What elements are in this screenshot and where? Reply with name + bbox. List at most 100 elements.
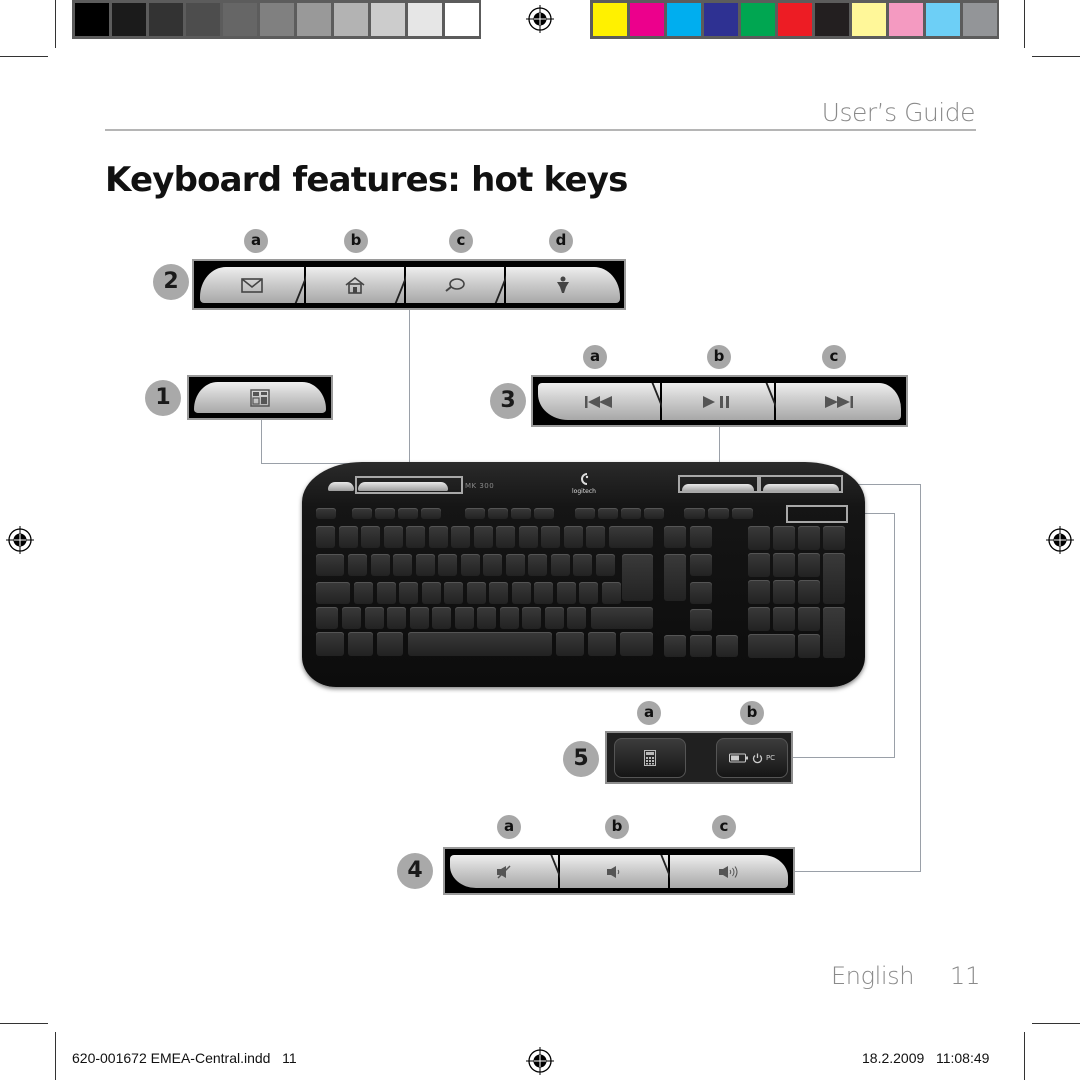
color-swatch [963,3,997,36]
keyboard-key [316,607,338,629]
crop-mark [0,56,48,57]
color-swatch [186,3,220,36]
keyboard-key [690,582,712,604]
keyboard-key [499,607,519,629]
home-hotkey[interactable] [306,267,404,303]
keyboard-key [556,582,576,604]
callout-letter-b: b [740,701,764,725]
media-center-hotkey[interactable] [194,382,326,413]
keyboard-key [586,526,605,548]
keyboard-key [444,582,463,604]
previous-track-icon [585,395,612,408]
slug-filename: 620-001672 EMEA-Central.indd 11 [72,1050,297,1066]
next-track-hotkey[interactable] [776,383,901,420]
connector-line [920,484,921,872]
keyboard-key [421,582,441,604]
footer-language: English [831,962,915,990]
connector-line [261,419,262,463]
keyboard-key [376,582,396,604]
mute-icon [497,864,511,879]
keyboard-key [567,607,586,629]
color-swatch [445,3,479,36]
keyboard-key [348,632,373,656]
keyboard-key [421,508,441,519]
keyboard-key [773,580,795,604]
keyboard-key [798,553,820,577]
play-pause-hotkey[interactable] [662,383,774,420]
volume-up-hotkey[interactable] [670,855,788,888]
callout-letter-a: a [637,701,661,725]
color-swatch [260,3,294,36]
keyboard-key [408,632,552,656]
favorites-icon [557,276,569,293]
keyboard-key [595,554,615,576]
hotkey-strip-volume [443,847,795,895]
keyboard-key [505,554,525,576]
keyboard-key [488,508,508,519]
keyboard-key [609,526,653,548]
registration-mark-icon [6,526,34,554]
keyboard-key [473,526,493,548]
search-hotkey[interactable] [406,267,504,303]
keyboard-key [798,526,820,550]
keyboard-key [342,607,361,629]
keyboard-key [708,508,729,519]
keyboard-key [773,607,795,631]
keyboard-key [556,632,584,656]
callout-letter-a: a [244,229,268,253]
hotkey-strip-internet [192,259,626,310]
page-title: Keyboard features: hot keys [105,160,628,200]
keyboard-key [690,554,712,576]
keyboard-key [773,553,795,577]
keyboard-key [352,508,372,519]
calculator-hotkey[interactable] [614,738,686,778]
keyboard-key [798,607,820,631]
color-swatch [889,3,923,36]
keyboard-key [664,554,686,601]
callout-letter-b: b [605,815,629,839]
keyboard-key [511,582,531,604]
keyboard-highlight-group-5 [786,505,848,523]
footer-page-number: 11 [950,962,981,990]
keyboard-key [348,554,367,576]
callout-letter-c: c [712,815,736,839]
keyboard-key [511,508,531,519]
crop-mark [0,1023,48,1024]
keyboard-key [432,607,451,629]
keyboard-key [644,508,664,519]
keyboard-key [406,526,425,548]
email-hotkey[interactable] [200,267,304,303]
keyboard-key [823,526,845,550]
mute-hotkey[interactable] [450,855,558,888]
logitech-logo: logitech [564,472,604,495]
hotkey-strip-media [531,375,908,427]
registration-mark-icon [526,5,554,33]
keyboard-key [748,634,795,658]
calculator-icon [644,750,656,766]
keyboard-key [528,554,547,576]
battery-status-hotkey[interactable]: PC [716,738,788,778]
color-swatch [704,3,738,36]
volume-down-hotkey[interactable] [560,855,668,888]
keyboard-key [316,526,335,548]
previous-track-hotkey[interactable] [538,383,660,420]
guide-title: User’s Guide [821,98,976,127]
keyboard-key [451,526,470,548]
keyboard-key [377,632,403,656]
keyboard-key [399,582,418,604]
callout-letter-c: c [822,345,846,369]
keyboard-key [732,508,753,519]
keyboard-key [466,582,486,604]
keyboard-key [798,580,820,604]
keyboard-key [716,635,738,657]
callout-number-4: 4 [397,853,433,889]
crop-mark [1024,1032,1025,1080]
favorites-hotkey[interactable] [506,267,620,303]
connector-line [409,309,410,474]
play-pause-icon [703,395,729,408]
keyboard-key [375,508,395,519]
crop-mark [1032,56,1080,57]
keyboard-model-label: MK 300 [465,482,495,490]
keyboard-key [316,508,336,519]
keyboard-key [438,554,457,576]
